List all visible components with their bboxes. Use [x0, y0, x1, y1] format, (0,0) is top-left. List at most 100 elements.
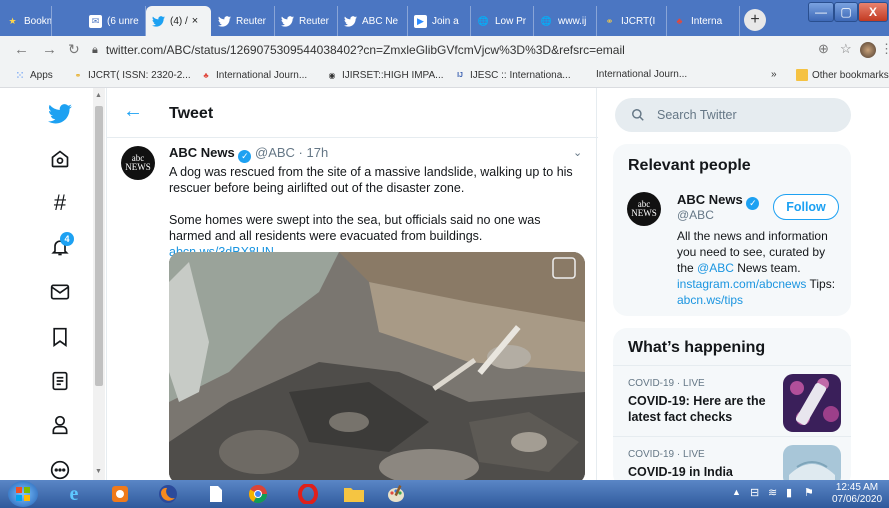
extension-icon[interactable]: ⊕	[818, 41, 829, 57]
journal-icon: ♣	[676, 16, 683, 26]
media-player-icon[interactable]	[108, 483, 132, 505]
clock[interactable]: 12:45 AM 07/06/2020	[828, 482, 886, 506]
scroll-down-arrow-icon[interactable]: ▼	[95, 468, 102, 475]
tab-reuters-2[interactable]: Reuter	[275, 6, 338, 36]
scroll-up-arrow-icon[interactable]: ▲	[95, 92, 102, 99]
twitter-icon	[344, 15, 357, 28]
tweet-text-2-body: Some homes were swept into the sea, but …	[169, 213, 541, 243]
bookmarks-icon[interactable]	[48, 325, 72, 349]
verified-badge-icon: ✓	[746, 197, 760, 210]
bookmark-international-journal[interactable]: ♣ International Journ...	[200, 69, 307, 81]
avatar-logo-text: abc NEWS	[125, 153, 151, 172]
tab-abc-news[interactable]: ABC Ne	[338, 6, 408, 36]
wifi-icon[interactable]: ≋	[768, 486, 777, 499]
url-text: twitter.com/ABC/status/12690753095440384…	[105, 43, 625, 57]
url-field[interactable]: 🔒︎ twitter.com/ABC/status/12690753095440…	[92, 39, 812, 61]
close-tab-icon[interactable]: ×	[192, 15, 198, 27]
back-arrow-icon[interactable]: ←	[123, 100, 143, 123]
trend-meta: COVID-19 · LIVE	[628, 378, 705, 389]
trend-thumbnail-image	[783, 374, 841, 432]
other-bookmarks[interactable]: Other bookmarks	[796, 69, 889, 81]
journal-icon: ♣	[203, 70, 209, 80]
tab-join[interactable]: ▶ Join a	[408, 6, 471, 36]
bio-text-3: Tips:	[806, 277, 836, 291]
start-button[interactable]	[8, 481, 38, 507]
bio-tips-link[interactable]: abcn.ws/tips	[677, 293, 743, 307]
tweet-video[interactable]	[169, 252, 585, 480]
relevant-handle: @ABC	[677, 208, 714, 222]
tab-international[interactable]: ♣ Interna	[667, 6, 740, 36]
avatar-logo-text: abc NEWS	[631, 199, 657, 218]
file-explorer-folder-icon[interactable]	[342, 483, 366, 505]
maximize-button[interactable]: ▢	[834, 2, 858, 22]
show-hidden-icons-arrow[interactable]: ▲	[732, 487, 741, 497]
page-title: Tweet	[169, 105, 214, 122]
main-timeline: ← Tweet abc NEWS ABC News ✓ @ABC · 17h ⌄…	[106, 88, 598, 480]
more-circle-icon[interactable]	[48, 458, 72, 480]
bookmark-international-journal-2[interactable]: International Journ...	[596, 69, 687, 80]
bookmark-ijirset[interactable]: ◉ IJIRSET::HIGH IMPA...	[326, 69, 444, 81]
search-input[interactable]: Search Twitter	[615, 98, 851, 132]
twitter-logo-icon[interactable]	[48, 102, 72, 126]
star-icon: ★	[8, 15, 17, 26]
bio-instagram-link[interactable]: instagram.com/abcnews	[677, 277, 806, 291]
speaker-flag-icon[interactable]: ⚑	[804, 486, 814, 499]
trend-item-2[interactable]: COVID-19 · LIVE COVID-19 in India	[613, 437, 851, 480]
tab-www[interactable]: 🌐 www.ij	[534, 6, 597, 36]
bookmark-star-icon[interactable]: ☆	[840, 41, 852, 57]
bookmark-ijesc[interactable]: IJ IJESC :: Internationa...	[454, 69, 571, 81]
tweet-options-chevron-icon[interactable]: ⌄	[573, 146, 582, 159]
new-tab-button[interactable]: +	[744, 9, 766, 31]
profile-avatar[interactable]	[860, 42, 876, 58]
follow-button[interactable]: Follow	[773, 194, 839, 220]
tab-reuters-1[interactable]: Reuter	[212, 6, 275, 36]
menu-kebab-icon[interactable]: ⋮	[880, 41, 889, 57]
messages-envelope-icon[interactable]	[48, 280, 72, 304]
trend-item-1[interactable]: COVID-19 · LIVE COVID-19: Here are the l…	[613, 366, 851, 436]
bookmark-ijcrt[interactable]: ⚭ IJCRT( ISSN: 2320-2...	[72, 69, 191, 81]
author-avatar[interactable]: abc NEWS	[121, 146, 155, 180]
tab-low-price[interactable]: 🌐 Low Pr	[471, 6, 534, 36]
page-scrollbar[interactable]: ▲ ▼	[93, 88, 105, 480]
tab-ijcrt[interactable]: ⚭ IJCRT(I	[597, 6, 667, 36]
search-placeholder: Search Twitter	[657, 108, 737, 122]
relevant-people-card: Relevant people abc NEWS ABC News ✓ @ABC…	[613, 144, 851, 316]
tab-label: Join a	[432, 15, 459, 27]
notifications-bell-icon[interactable]: 4	[48, 232, 74, 259]
profile-icon[interactable]	[48, 413, 72, 437]
tab-twitter-active[interactable]: (4) / ×	[146, 6, 211, 36]
opera-icon[interactable]	[296, 483, 320, 505]
file-icon[interactable]	[204, 483, 228, 505]
lists-icon[interactable]	[48, 369, 72, 393]
close-window-button[interactable]: X	[858, 2, 888, 22]
bio-mention-link[interactable]: @ABC	[697, 261, 734, 275]
tab-bookmarks[interactable]: ★ Bookm	[0, 6, 52, 36]
ijcrt-icon: ⚭	[605, 15, 614, 26]
firefox-icon[interactable]	[156, 483, 180, 505]
bookmark-label: IJIRSET::HIGH IMPA...	[342, 69, 444, 81]
internet-explorer-icon[interactable]: e	[62, 483, 86, 505]
paint-icon[interactable]	[384, 483, 408, 505]
tab-label: Reuter	[299, 15, 330, 27]
back-arrow-icon[interactable]: ←	[14, 41, 29, 58]
tab-mail[interactable]: ✉ (6 unre	[83, 6, 146, 36]
chrome-icon[interactable]	[246, 483, 270, 505]
forward-arrow-icon[interactable]: →	[42, 41, 57, 58]
browser-tab-strip: ★ Bookm ✉ (6 unre (4) / × Reuter Reuter AB…	[0, 0, 889, 36]
minimize-button[interactable]: —	[808, 2, 834, 22]
explore-hashtag-icon[interactable]: #	[48, 190, 72, 215]
bookmark-label: International Journ...	[216, 69, 308, 81]
author-name[interactable]: ABC News	[169, 145, 235, 160]
apps-grid-icon: ⁙	[15, 69, 25, 82]
relevant-name[interactable]: ABC News	[677, 192, 743, 207]
bookmark-apps[interactable]: ⁙ Apps	[14, 69, 52, 82]
scrollbar-thumb[interactable]	[95, 106, 103, 386]
home-icon[interactable]	[48, 147, 72, 171]
reload-icon[interactable]: ↻	[68, 41, 80, 58]
search-icon	[632, 109, 644, 121]
notification-badge: 4	[60, 232, 74, 246]
network-icon[interactable]: ⊟	[750, 486, 759, 499]
relevant-avatar[interactable]: abc NEWS	[627, 192, 661, 226]
bookmarks-overflow[interactable]: »	[771, 69, 777, 80]
battery-icon[interactable]: ▮	[786, 486, 792, 499]
